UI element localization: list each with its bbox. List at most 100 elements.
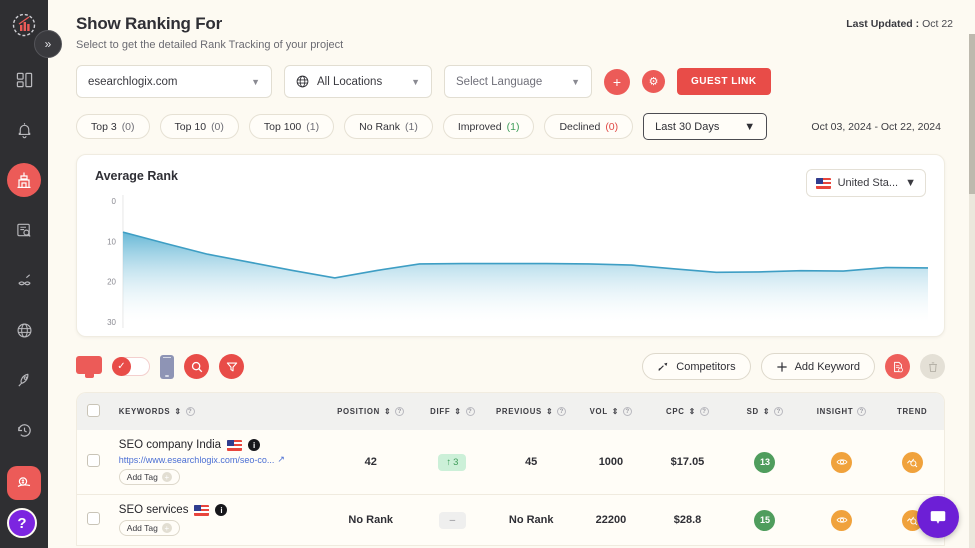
help-icon[interactable]: ? — [623, 407, 633, 416]
chevron-down-icon: ▼ — [411, 76, 420, 87]
add-tag-button[interactable]: Add Tag + — [118, 520, 180, 536]
chip-count: (1) — [404, 120, 418, 133]
sidebar: ? — [0, 0, 48, 548]
chevron-down-icon: ▼ — [905, 177, 916, 189]
globe-icon — [296, 75, 309, 88]
table-row[interactable]: SEO services i Add Tag + No Rank – No Ra… — [77, 494, 944, 546]
insight-icon[interactable] — [831, 509, 853, 531]
chart-svg: 0 10 20 30 — [107, 195, 929, 328]
chart-title: Average Rank — [95, 169, 178, 183]
select-all-checkbox[interactable] — [87, 404, 101, 417]
help-icon[interactable]: ? — [185, 407, 195, 416]
sidebar-item-pricing[interactable] — [7, 466, 41, 500]
sort-icon[interactable]: ⇕ — [384, 407, 391, 416]
device-toggle[interactable]: ✓ — [112, 357, 150, 376]
delete-button[interactable] — [920, 354, 945, 379]
scrollbar-thumb[interactable] — [969, 34, 975, 194]
filter-chip-top100[interactable]: Top 100 (1) — [248, 114, 335, 139]
th-insight[interactable]: INSIGHT ? — [803, 393, 881, 430]
help-icon[interactable]: ? — [699, 407, 709, 416]
sidebar-item-global[interactable] — [7, 313, 41, 347]
chevron-down-icon: ▼ — [744, 120, 756, 133]
sd-cell: 13 — [727, 430, 803, 495]
sidebar-item-history[interactable] — [7, 413, 41, 447]
th-position[interactable]: POSITION ⇕ ? — [325, 393, 417, 430]
chip-count: (0) — [121, 120, 135, 133]
keyword-cell: SEO company India i https://www.esearchl… — [110, 430, 325, 495]
monitor-icon[interactable] — [76, 355, 102, 378]
last-updated: Last Updated : Oct 22 — [846, 18, 953, 30]
sort-icon[interactable]: ⇕ — [174, 407, 181, 416]
sidebar-collapse-button[interactable]: » — [34, 30, 62, 58]
filter-chip-top10[interactable]: Top 10 (0) — [159, 114, 239, 139]
filter-chip-top3[interactable]: Top 3 (0) — [76, 114, 150, 139]
domain-select[interactable]: esearchlogix.com ▼ — [76, 65, 272, 98]
date-preset-select[interactable]: Last 30 Days ▼ — [643, 113, 768, 140]
th-sd[interactable]: SD ⇕ ? — [727, 393, 802, 430]
last-updated-value: Oct 22 — [922, 18, 953, 30]
main-content: Show Ranking For Select to get the detai… — [48, 0, 975, 548]
sidebar-item-site-audit[interactable] — [7, 213, 41, 247]
page-scrollbar[interactable] — [969, 34, 975, 548]
sidebar-item-rank-tracking[interactable] — [7, 163, 41, 197]
sidebar-item-backlinks[interactable] — [7, 263, 41, 297]
help-icon[interactable]: ? — [395, 407, 405, 416]
help-button[interactable]: ? — [7, 508, 37, 538]
help-icon[interactable]: ? — [774, 407, 784, 416]
help-icon[interactable]: ? — [857, 407, 867, 416]
help-icon[interactable]: ? — [465, 407, 475, 416]
th-cpc[interactable]: CPC ⇕ ? — [648, 393, 728, 430]
site-audit-icon — [16, 223, 31, 237]
app-logo[interactable] — [11, 12, 37, 41]
add-project-button[interactable]: + — [604, 68, 630, 95]
location-select[interactable]: All Locations ▼ — [284, 65, 432, 98]
sort-icon[interactable]: ⇕ — [689, 407, 696, 416]
eye-icon — [836, 517, 848, 523]
language-select-label: Select Language — [456, 75, 543, 88]
info-icon[interactable]: i — [215, 504, 228, 516]
add-keyword-button[interactable]: Add Keyword — [760, 353, 875, 380]
sidebar-item-notifications[interactable] — [7, 113, 41, 147]
sort-icon[interactable]: ⇕ — [546, 407, 553, 416]
country-select[interactable]: United Sta... ▼ — [805, 169, 926, 197]
settings-button[interactable]: ⚙ — [642, 70, 665, 93]
language-select[interactable]: Select Language ▼ — [444, 65, 592, 98]
chip-label: Top 10 — [174, 120, 207, 133]
table-row[interactable]: SEO company India i https://www.esearchl… — [77, 430, 944, 495]
filter-chip-improved[interactable]: Improved (1) — [442, 114, 535, 139]
filter-button[interactable] — [219, 354, 244, 379]
help-icon[interactable]: ? — [557, 407, 567, 416]
sort-icon[interactable]: ⇕ — [612, 407, 619, 416]
competitors-button[interactable]: Competitors — [642, 353, 751, 380]
keyword-url[interactable]: https://www.esearchlogix.com/seo-co... ↗ — [119, 454, 321, 465]
sidebar-item-tools[interactable] — [7, 363, 41, 397]
trend-icon[interactable] — [901, 451, 923, 473]
th-label: VOL — [589, 407, 608, 416]
search-button[interactable] — [184, 354, 209, 379]
th-vol[interactable]: VOL ⇕ ? — [574, 393, 648, 430]
y-axis-tick: 0 — [112, 197, 117, 206]
sidebar-item-dashboard[interactable] — [7, 63, 41, 97]
eye-icon — [836, 459, 848, 465]
table-toolbar: ✓ Competitors Add Keyword — [76, 353, 945, 380]
insight-icon[interactable] — [831, 451, 853, 473]
plus-icon — [776, 361, 787, 372]
sort-icon[interactable]: ⇕ — [454, 407, 461, 416]
add-tag-button[interactable]: Add Tag + — [118, 469, 180, 485]
th-previous[interactable]: PREVIOUS ⇕ ? — [488, 393, 574, 430]
export-button[interactable] — [885, 354, 910, 379]
th-keywords[interactable]: KEYWORDS ⇕ ? — [111, 393, 325, 430]
row-checkbox[interactable] — [87, 454, 101, 467]
sort-icon[interactable]: ⇕ — [763, 407, 770, 416]
row-checkbox[interactable] — [87, 512, 101, 525]
plus-icon: + — [161, 523, 172, 533]
chat-button[interactable] — [917, 496, 959, 538]
info-icon[interactable]: i — [248, 439, 261, 451]
keyword-text: SEO services — [118, 504, 189, 516]
phone-icon[interactable] — [160, 354, 174, 379]
th-diff[interactable]: DIFF ⇕ ? — [417, 393, 489, 430]
filter-chip-declined[interactable]: Declined (0) — [544, 114, 634, 139]
filter-chip-norank[interactable]: No Rank (1) — [344, 114, 433, 139]
competitors-icon — [658, 362, 668, 371]
guest-link-button[interactable]: GUEST LINK — [677, 68, 771, 95]
